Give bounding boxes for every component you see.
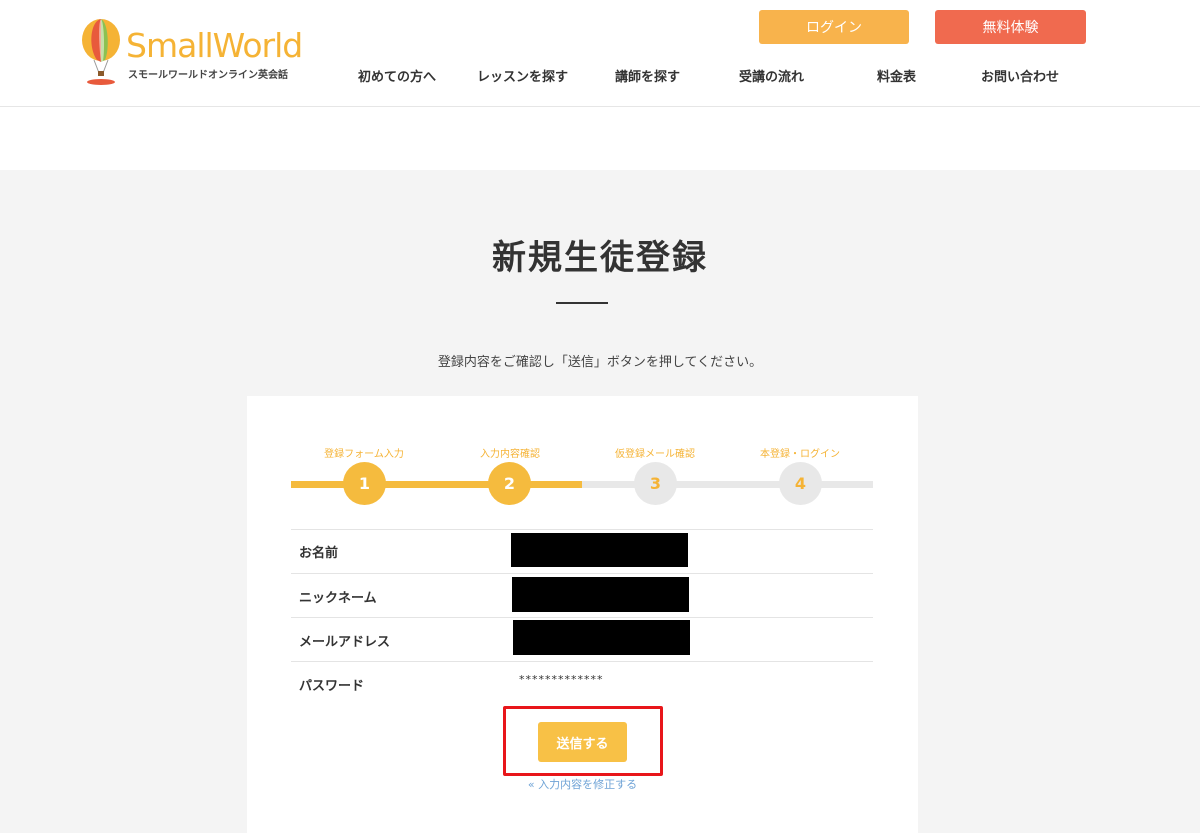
submit-highlight-box	[503, 706, 663, 776]
nav-find-lessons[interactable]: レッスンを探す	[477, 66, 568, 85]
progress-fill	[291, 481, 582, 488]
step-label-2: 入力内容確認	[480, 449, 540, 460]
title-underline	[556, 302, 608, 304]
instruction-text: 登録内容をご確認し「送信」ボタンを押してください。	[437, 355, 763, 370]
redacted-value-name	[511, 533, 688, 567]
nav-contact[interactable]: お問い合わせ	[981, 66, 1059, 85]
page-title: 新規生徒登録	[492, 238, 708, 278]
nav-pricing[interactable]: 料金表	[877, 66, 916, 85]
step-circle-3: 3	[634, 462, 677, 505]
logo-wordmark: SmallWorld	[126, 26, 303, 65]
logo-subtitle: スモールワールドオンライン英会話	[128, 70, 288, 81]
hot-air-balloon-icon	[82, 19, 120, 85]
nav-find-teachers[interactable]: 講師を探す	[615, 66, 680, 85]
field-label-password: パスワード	[299, 679, 365, 694]
row-divider	[291, 661, 873, 662]
step-circle-2: 2	[488, 462, 531, 505]
nav-lesson-flow[interactable]: 受講の流れ	[739, 66, 804, 85]
site-header: SmallWorld スモールワールドオンライン英会話 ログイン 無料体験 初め…	[0, 0, 1200, 107]
step-label-3: 仮登録メール確認	[615, 449, 695, 460]
site-logo[interactable]: SmallWorld スモールワールドオンライン英会話	[80, 18, 310, 88]
step-label-4: 本登録・ログイン	[760, 449, 840, 460]
row-divider	[291, 529, 873, 530]
row-divider	[291, 573, 873, 574]
login-button[interactable]: ログイン	[759, 10, 909, 44]
field-label-name: お名前	[299, 546, 339, 561]
redacted-value-email	[513, 620, 690, 655]
field-label-email: メールアドレス	[299, 635, 391, 650]
row-divider	[291, 617, 873, 618]
password-masked-value: *************	[519, 673, 604, 686]
edit-input-link[interactable]: « 入力内容を修正する	[0, 776, 1165, 792]
step-circle-1: 1	[343, 462, 386, 505]
redacted-value-nickname	[512, 577, 689, 612]
free-trial-button[interactable]: 無料体験	[935, 10, 1086, 44]
step-circle-4: 4	[779, 462, 822, 505]
field-label-nickname: ニックネーム	[299, 591, 377, 606]
header-spacer	[0, 107, 1200, 170]
step-label-1: 登録フォーム入力	[324, 449, 404, 460]
nav-first-time[interactable]: 初めての方へ	[358, 66, 436, 85]
